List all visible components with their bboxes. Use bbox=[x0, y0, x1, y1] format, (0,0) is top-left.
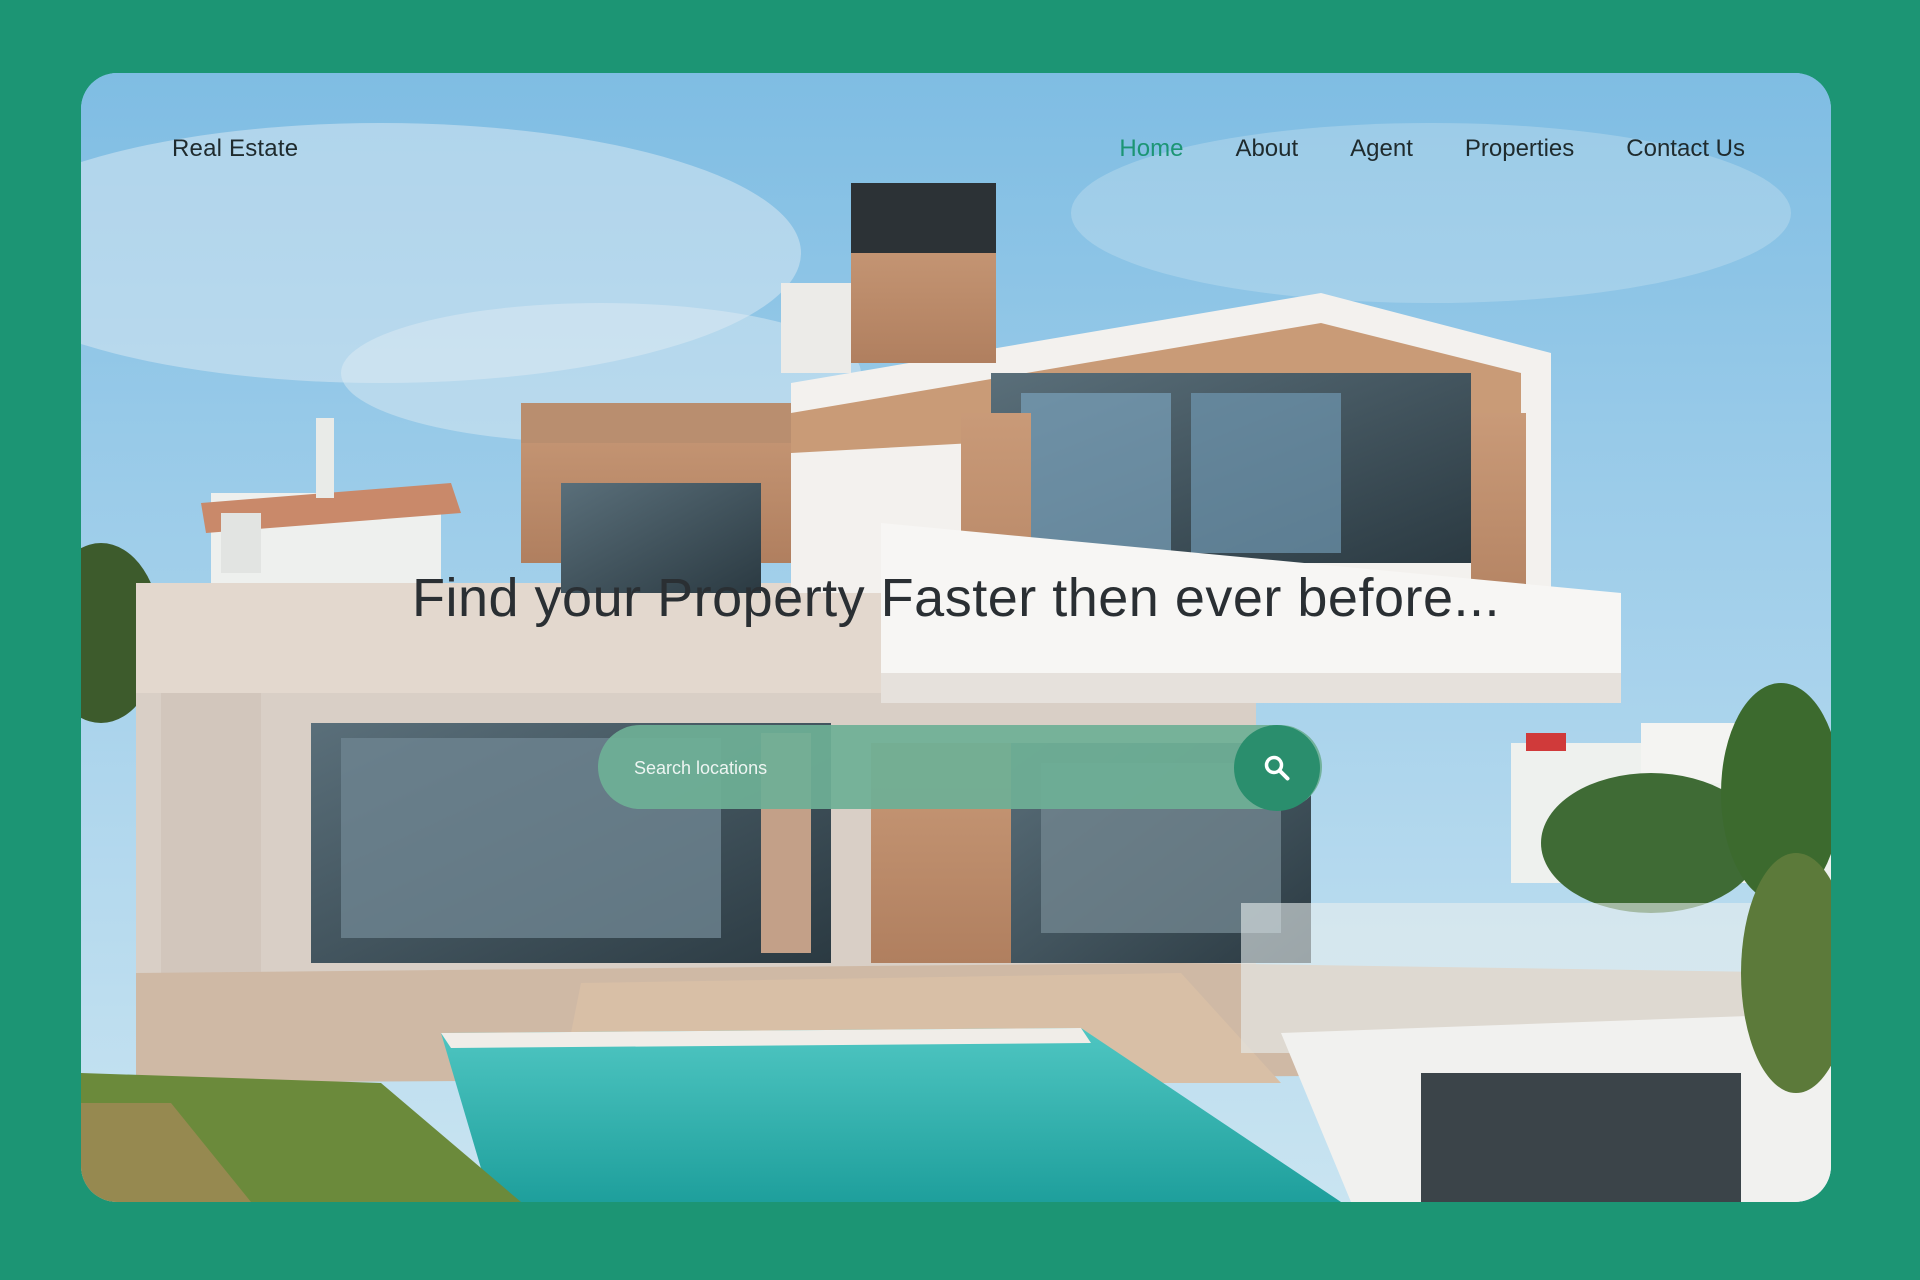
nav-link-contact-us[interactable]: Contact Us bbox=[1626, 135, 1745, 163]
top-navigation: Real Estate Home About Agent Properties … bbox=[81, 73, 1831, 223]
brand-logo-text[interactable]: Real Estate bbox=[172, 135, 298, 163]
location-search-bar bbox=[598, 725, 1322, 809]
nav-link-about[interactable]: About bbox=[1235, 135, 1298, 163]
nav-link-home[interactable]: Home bbox=[1119, 135, 1183, 163]
search-locations-input[interactable] bbox=[632, 745, 1196, 791]
nav-link-properties[interactable]: Properties bbox=[1465, 135, 1574, 163]
hero-card: Real Estate Home About Agent Properties … bbox=[81, 73, 1831, 1202]
hero-background-image bbox=[81, 73, 1831, 1202]
nav-link-agent[interactable]: Agent bbox=[1350, 135, 1413, 163]
hero-headline: Find your Property Faster then ever befo… bbox=[412, 568, 1500, 628]
nav-links: Home About Agent Properties Contact Us bbox=[1119, 135, 1745, 163]
search-icon bbox=[1264, 755, 1290, 781]
search-button[interactable] bbox=[1234, 725, 1320, 811]
